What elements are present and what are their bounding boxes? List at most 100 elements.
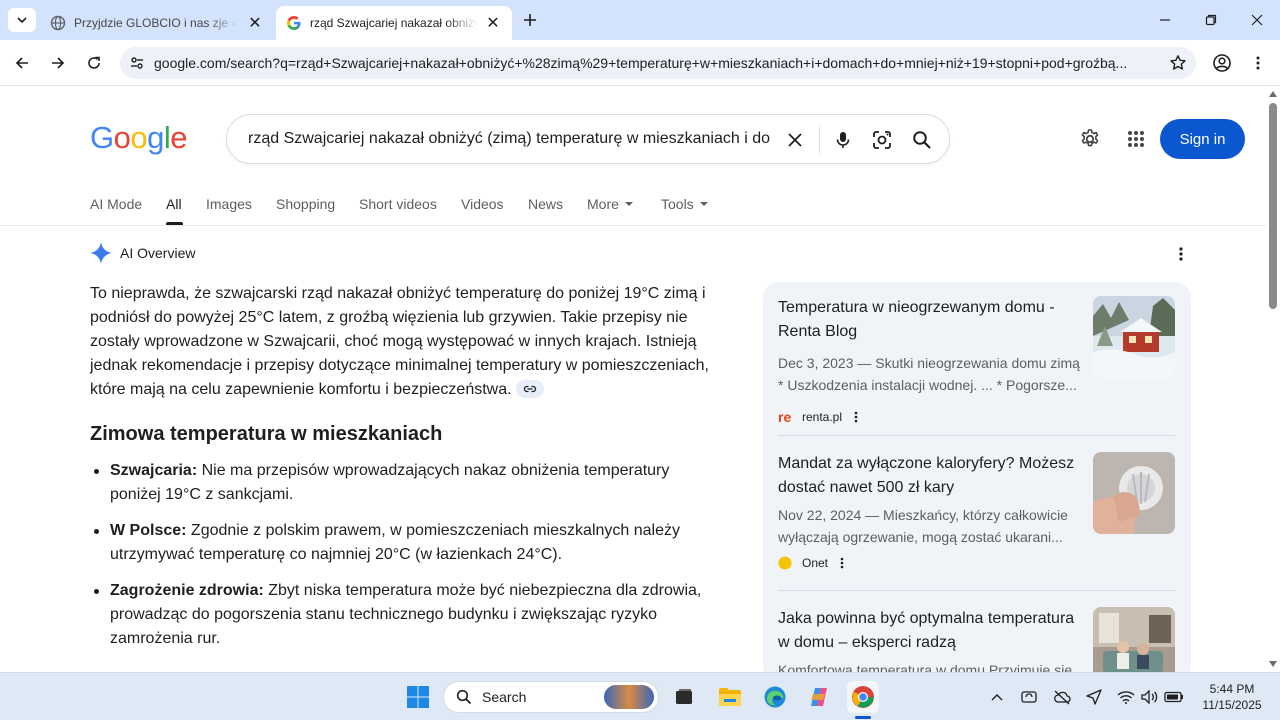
search-query-text[interactable]: rząd Szwajcariej nakazał obniżyć (zimą) … — [248, 130, 778, 148]
copilot-icon — [811, 688, 827, 706]
windows-logo-icon — [407, 686, 429, 708]
tab-tools[interactable]: Tools — [661, 196, 708, 212]
taskbar-search[interactable]: Search — [443, 681, 659, 713]
apps-grid-icon[interactable] — [1124, 127, 1148, 151]
microphone-icon[interactable] — [831, 128, 855, 152]
source-thumbnail[interactable] — [1093, 452, 1175, 534]
browser-menu-button[interactable] — [1244, 49, 1272, 77]
folder-icon — [719, 688, 741, 706]
source-thumbnail[interactable] — [1093, 607, 1175, 682]
scroll-up-icon[interactable] — [1269, 91, 1277, 97]
snippet-line: wyłączają ogrzewanie, mogą zostać ukaran… — [778, 529, 1063, 545]
browser-tab-active[interactable]: rząd Szwajcariej nakazał obniży ✕ — [276, 6, 512, 40]
battery-icon[interactable] — [1164, 687, 1184, 707]
scroll-down-icon[interactable] — [1269, 661, 1277, 667]
tab-shopping[interactable]: Shopping — [276, 196, 335, 212]
tab-all[interactable]: All — [166, 196, 182, 212]
tab-search-button[interactable] — [8, 8, 36, 32]
ai-overview-more-button[interactable] — [1170, 243, 1192, 265]
chevron-down-icon — [17, 17, 27, 24]
restore-button[interactable] — [1188, 0, 1234, 40]
renta-logo-icon: re — [778, 410, 791, 424]
scrollbar-thumb[interactable] — [1269, 103, 1277, 309]
browser-tab-strip: Przyjdzie GLOBCIO i nas zje - St ✕ rząd … — [0, 0, 1280, 40]
cloud-off-icon[interactable] — [1052, 687, 1072, 707]
new-tab-button[interactable] — [518, 8, 542, 32]
list-item: Zagrożenie zdrowia: Zbyt niska temperatu… — [90, 579, 720, 651]
living-room-image — [1093, 607, 1175, 682]
source-snippet: Dec 3, 2023 — Skutki nieogrzewania domu … — [778, 352, 1083, 396]
source-thumbnail[interactable] — [1093, 296, 1175, 378]
search-box[interactable]: rząd Szwajcariej nakazał obniżyć (zimą) … — [226, 114, 950, 164]
start-button[interactable] — [402, 681, 434, 713]
snowy-house-image — [1093, 296, 1175, 378]
camera-lens-icon[interactable] — [870, 128, 894, 152]
sync-icon[interactable] — [1019, 687, 1039, 707]
file-explorer-button[interactable] — [714, 681, 746, 713]
tab-short-videos[interactable]: Short videos — [359, 196, 437, 212]
profile-button[interactable] — [1208, 49, 1236, 77]
volume-icon[interactable] — [1140, 687, 1160, 707]
source-site-name: Onet — [802, 556, 829, 570]
chrome-button[interactable] — [847, 681, 879, 713]
clear-icon[interactable] — [783, 128, 807, 152]
snippet-line: * Uszkodzenia instalacji wodnej. ... * P… — [778, 377, 1077, 393]
tab-title: Przyjdzie GLOBCIO i nas zje - St — [74, 16, 240, 30]
task-view-button[interactable] — [668, 681, 700, 713]
logo-letter: o — [130, 120, 148, 155]
page-scrollbar[interactable] — [1266, 87, 1280, 672]
source-card[interactable]: Mandat za wyłączone kaloryfery? Możesz d… — [778, 452, 1175, 592]
ai-overview-label: AI Overview — [120, 245, 196, 261]
tab-videos[interactable]: Videos — [461, 196, 504, 212]
taskbar-clock[interactable]: 5:44 PM 11/15/2025 — [1196, 681, 1268, 713]
wifi-icon[interactable] — [1116, 687, 1136, 707]
source-link-chip[interactable] — [515, 379, 544, 398]
google-logo[interactable]: Google — [90, 120, 188, 156]
snippet-line: Dec 3, 2023 — Skutki nieogrzewania domu … — [778, 355, 1080, 371]
tab-news[interactable]: News — [528, 196, 563, 212]
source-site-name: renta.pl — [802, 410, 843, 424]
close-icon[interactable]: ✕ — [484, 14, 502, 32]
source-divider — [778, 590, 1175, 591]
reload-button[interactable] — [80, 49, 108, 77]
source-title[interactable]: Mandat za wyłączone kaloryfery? Możesz d… — [778, 452, 1083, 500]
location-arrow-icon[interactable] — [1084, 687, 1104, 707]
tab-more[interactable]: More — [587, 196, 633, 212]
logo-letter: g — [147, 120, 164, 155]
minimize-button[interactable] — [1142, 0, 1188, 40]
source-more-icon[interactable] — [840, 557, 844, 569]
source-more-icon[interactable] — [854, 411, 858, 423]
site-info-icon[interactable] — [120, 55, 154, 71]
settings-gear-icon[interactable] — [1078, 127, 1102, 151]
forward-button[interactable] — [44, 49, 72, 77]
browser-tab-inactive[interactable]: Przyjdzie GLOBCIO i nas zje - St ✕ — [40, 6, 274, 40]
close-window-button[interactable] — [1234, 0, 1280, 40]
plus-icon — [524, 14, 536, 26]
search-icon[interactable] — [910, 128, 934, 152]
sign-in-button[interactable]: Sign in — [1160, 119, 1245, 159]
source-card[interactable]: Temperatura w nieogrzewanym domu - Renta… — [778, 296, 1175, 436]
close-icon[interactable]: ✕ — [246, 14, 264, 32]
ai-overview-intro-text: To nieprawda, że szwajcarski rząd nakaza… — [90, 285, 709, 398]
list-item: W Polsce: Zgodnie z polskim prawem, w po… — [90, 519, 720, 567]
source-title[interactable]: Temperatura w nieogrzewanym domu - Renta… — [778, 296, 1083, 344]
edge-button[interactable] — [759, 681, 791, 713]
source-card[interactable]: Jaka powinna być optymalna temperatura w… — [778, 607, 1175, 682]
bookmark-star-icon[interactable] — [1160, 54, 1196, 72]
source-title[interactable]: Jaka powinna być optymalna temperatura w… — [778, 607, 1083, 655]
chevron-up-icon[interactable] — [987, 687, 1007, 707]
back-button[interactable] — [8, 49, 36, 77]
tab-ai-mode[interactable]: AI Mode — [90, 196, 142, 212]
tab-title: rząd Szwajcariej nakazał obniży — [310, 16, 478, 30]
copilot-button[interactable] — [803, 681, 835, 713]
address-bar[interactable]: google.com/search?q=rząd+Szwajcariej+nak… — [120, 47, 1196, 79]
tab-images[interactable]: Images — [206, 196, 252, 212]
bullet-text: Zgodnie z polskim prawem, w pomieszczeni… — [110, 522, 680, 563]
active-app-indicator — [855, 716, 871, 719]
google-g-icon — [286, 15, 302, 31]
search-highlight-image — [604, 685, 654, 709]
source-site[interactable]: Onet — [778, 556, 844, 570]
kebab-menu-icon — [1256, 56, 1260, 70]
source-site[interactable]: re renta.pl — [778, 410, 858, 424]
bullet-title: W Polsce: — [110, 522, 187, 539]
